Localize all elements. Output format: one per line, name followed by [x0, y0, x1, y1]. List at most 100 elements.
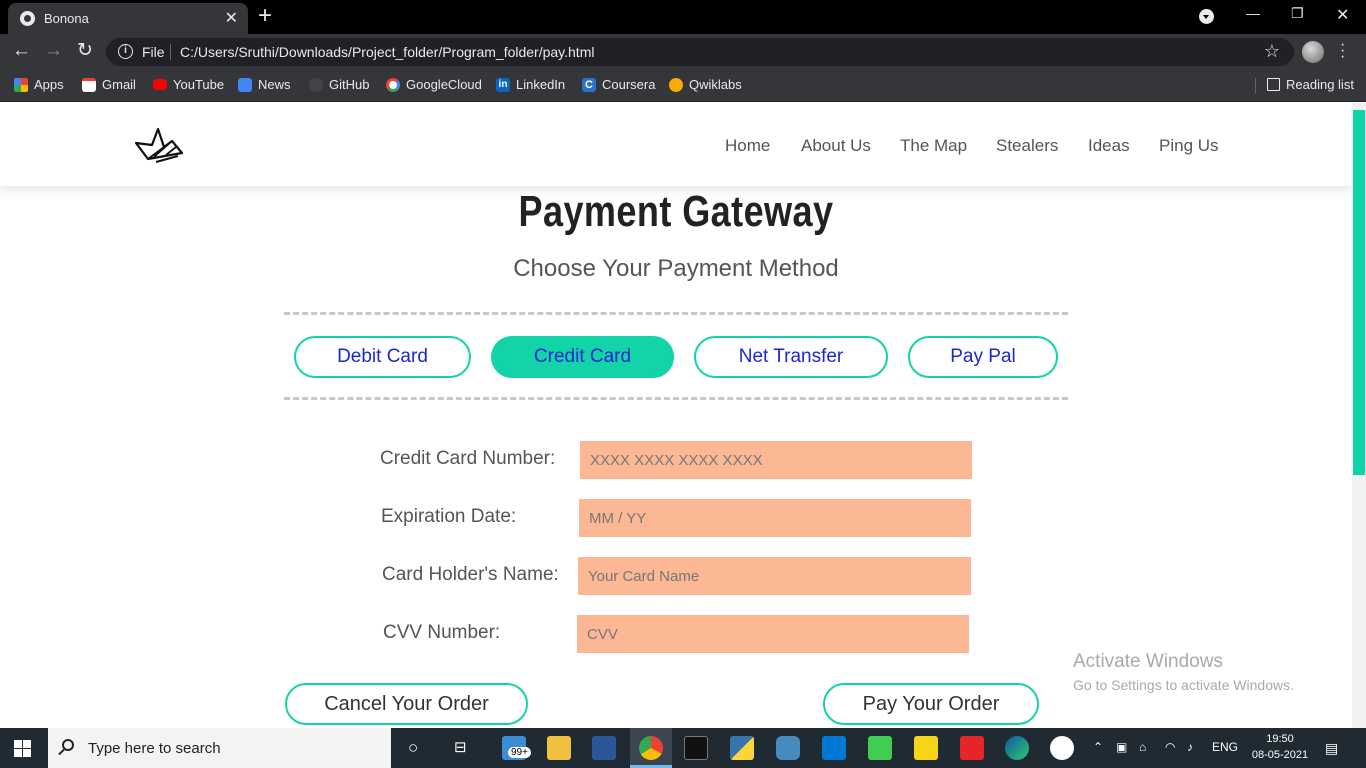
restore-icon[interactable]: ❐: [1291, 5, 1304, 22]
chrome-icon: [639, 736, 663, 760]
google-news-icon: [238, 77, 252, 92]
bookmark-github[interactable]: GitHub: [309, 77, 369, 92]
method-debit-card-button[interactable]: Debit Card: [294, 336, 471, 378]
expiry-label: Expiration Date:: [381, 506, 517, 527]
bookmark-label: Gmail: [102, 77, 136, 92]
card-number-label: Credit Card Number:: [380, 448, 556, 469]
cvv-input[interactable]: [577, 615, 969, 653]
language-indicator[interactable]: ENG: [1212, 740, 1238, 754]
network-icon[interactable]: ⌂: [1139, 740, 1146, 754]
sticky-notes-icon[interactable]: [914, 736, 938, 760]
browser-menu-icon[interactable]: · · ·: [1340, 37, 1345, 65]
scheme-label: File: [142, 44, 165, 60]
forward-arrow-icon[interactable]: →: [44, 40, 63, 62]
cancel-order-button[interactable]: Cancel Your Order: [285, 683, 528, 725]
godot-icon[interactable]: [776, 736, 800, 760]
python-icon[interactable]: [730, 736, 754, 760]
window-close-icon[interactable]: ✕: [1336, 5, 1349, 25]
taskbar-clock[interactable]: 19:50 08-05-2021: [1250, 731, 1310, 763]
new-tab-button[interactable]: +: [258, 3, 272, 29]
pay-order-button[interactable]: Pay Your Order: [823, 683, 1039, 725]
clock-date: 08-05-2021: [1251, 749, 1309, 761]
scrollbar-thumb[interactable]: [1353, 110, 1365, 475]
nav-about-us[interactable]: About Us: [801, 136, 871, 156]
bookmark-coursera[interactable]: C Coursera: [582, 77, 655, 92]
taskbar-search-box[interactable]: Type here to search: [48, 728, 391, 768]
tab-title: Bonona: [44, 11, 89, 26]
chrome-taskbar-active[interactable]: [630, 728, 672, 768]
crown-logo-icon[interactable]: [134, 123, 186, 165]
profile-avatar[interactable]: [1302, 41, 1324, 63]
back-arrow-icon[interactable]: ←: [12, 40, 31, 62]
search-icon: [62, 739, 74, 751]
url-text[interactable]: C:/Users/Sruthi/Downloads/Project_folder…: [180, 44, 594, 60]
nav-stealers[interactable]: Stealers: [996, 136, 1058, 156]
nav-the-map[interactable]: The Map: [900, 136, 967, 156]
address-bar[interactable]: i File C:/Users/Sruthi/Downloads/Project…: [106, 38, 1294, 66]
bookmark-label: GitHub: [329, 77, 370, 92]
nav-home[interactable]: Home: [725, 136, 770, 156]
reload-icon[interactable]: ↻: [77, 40, 93, 62]
holder-name-input[interactable]: [578, 557, 971, 595]
bookmark-googlecloud[interactable]: GoogleCloud: [386, 77, 482, 92]
linkedin-icon: in: [496, 77, 510, 92]
bookmark-star-icon[interactable]: ☆: [1264, 41, 1280, 62]
cortana-icon[interactable]: ○: [408, 738, 418, 758]
bookmark-linkedin[interactable]: in LinkedIn: [496, 77, 565, 92]
reading-list-label: Reading list: [1286, 77, 1354, 92]
task-view-icon[interactable]: ⊟: [454, 738, 467, 756]
holder-name-label: Card Holder's Name:: [382, 564, 559, 585]
page-scrollbar[interactable]: [1352, 103, 1366, 728]
bookmarks-bar: Apps Gmail YouTube News GitHub GoogleClo…: [0, 70, 1366, 102]
mail-badge: 99+: [508, 747, 531, 758]
close-tab-icon[interactable]: ✕: [225, 8, 238, 28]
edge-icon[interactable]: [1005, 736, 1029, 760]
vscode-icon[interactable]: [822, 736, 846, 760]
expiry-input[interactable]: [579, 499, 971, 537]
notification-center-icon[interactable]: ▤: [1325, 740, 1338, 757]
nav-ideas[interactable]: Ideas: [1088, 136, 1130, 156]
qt-creator-icon[interactable]: [868, 736, 892, 760]
method-net-transfer-button[interactable]: Net Transfer: [694, 336, 888, 378]
site-info-icon[interactable]: i: [118, 44, 133, 59]
bookmark-label: Coursera: [602, 77, 656, 92]
google-icon: [386, 77, 400, 92]
bookmark-label: GoogleCloud: [406, 77, 482, 92]
minimize-icon[interactable]: —: [1246, 5, 1260, 21]
windows-taskbar: Type here to search ○ ⊟ 99+ ⌃ ▣ ⌂ ◠ ♪ EN…: [0, 728, 1366, 768]
nav-ping-us[interactable]: Ping Us: [1159, 136, 1219, 156]
bookmark-qwiklabs[interactable]: Qwiklabs: [669, 77, 742, 92]
terminal-icon[interactable]: [684, 736, 708, 760]
page-subtitle: Choose Your Payment Method: [513, 255, 839, 282]
bookmark-apps[interactable]: Apps: [14, 77, 64, 92]
youtube-icon: [153, 79, 167, 90]
card-number-input[interactable]: [580, 441, 972, 479]
bookmark-label: YouTube: [173, 77, 225, 92]
evernote-icon[interactable]: [1050, 736, 1074, 760]
reading-list-button[interactable]: Reading list: [1267, 77, 1354, 92]
browser-tab[interactable]: Bonona ✕: [8, 3, 248, 34]
windows-start-icon[interactable]: [14, 740, 31, 757]
page-viewport: Home About Us The Map Stealers Ideas Pin…: [0, 103, 1352, 728]
address-separator: [170, 44, 171, 60]
browser-toolbar: ← → ↻ i File C:/Users/Sruthi/Downloads/P…: [0, 34, 1366, 70]
tray-chevron-up-icon[interactable]: ⌃: [1093, 740, 1103, 754]
volume-icon[interactable]: ♪: [1187, 740, 1193, 754]
acrobat-icon[interactable]: [960, 736, 984, 760]
bookmark-label: Apps: [34, 77, 64, 92]
bookmark-gmail[interactable]: Gmail: [82, 77, 136, 92]
wifi-icon[interactable]: ◠: [1165, 740, 1175, 754]
qwiklabs-icon: [669, 77, 683, 92]
word-icon[interactable]: [592, 736, 616, 760]
divider-top: [284, 312, 1068, 315]
bookmark-youtube[interactable]: YouTube: [153, 77, 224, 92]
method-credit-card-button[interactable]: Credit Card: [491, 336, 674, 378]
tab-search-icon[interactable]: [1199, 9, 1214, 24]
taskbar-search-placeholder: Type here to search: [88, 740, 221, 757]
bookmarks-separator: [1255, 78, 1256, 94]
bookmark-news[interactable]: News: [238, 77, 291, 92]
clock-time: 19:50: [1266, 733, 1294, 745]
meet-now-icon[interactable]: ▣: [1116, 740, 1127, 754]
method-paypal-button[interactable]: Pay Pal: [908, 336, 1058, 378]
file-explorer-icon[interactable]: [547, 736, 571, 760]
